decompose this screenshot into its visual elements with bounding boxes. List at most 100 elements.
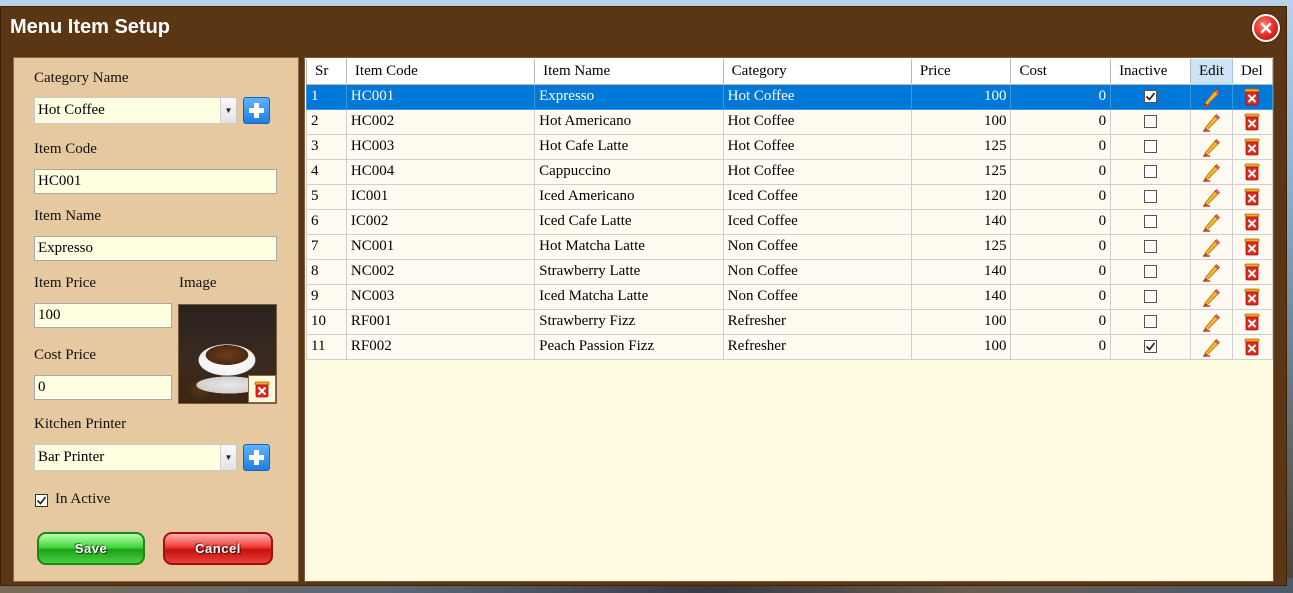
cell-edit[interactable] xyxy=(1189,258,1233,285)
cell-del[interactable] xyxy=(1231,308,1274,335)
column-header-edit[interactable]: Edit xyxy=(1189,59,1233,85)
cell-item-name[interactable]: Strawberry Fizz xyxy=(534,308,724,335)
cell-inactive[interactable] xyxy=(1110,233,1191,260)
delete-row-button[interactable] xyxy=(1242,338,1262,355)
delete-row-button[interactable] xyxy=(1242,313,1262,330)
cell-item-name[interactable]: Peach Passion Fizz xyxy=(534,333,724,360)
cell-cost[interactable]: 0 xyxy=(1010,183,1112,210)
edit-row-button[interactable] xyxy=(1201,288,1221,307)
table-row[interactable]: 1 HC001 Expresso Hot Coffee 100 0 xyxy=(306,83,1274,110)
edit-row-button[interactable] xyxy=(1201,338,1221,357)
inactive-row-checkbox[interactable] xyxy=(1144,265,1157,279)
cell-del[interactable] xyxy=(1231,283,1274,310)
cell-cost[interactable]: 0 xyxy=(1010,258,1112,285)
table-row[interactable]: 8 NC002 Strawberry Latte Non Coffee 140 0 xyxy=(306,258,1274,285)
cell-item-code[interactable]: HC001 xyxy=(345,83,536,110)
cell-del[interactable] xyxy=(1231,158,1274,185)
category-select[interactable]: Hot Coffee ▼ xyxy=(34,97,237,124)
cell-category[interactable]: Refresher xyxy=(722,308,912,335)
cell-edit[interactable] xyxy=(1189,308,1233,335)
inactive-row-checkbox[interactable] xyxy=(1144,115,1157,129)
cell-sr[interactable]: 5 xyxy=(306,183,347,210)
cell-del[interactable] xyxy=(1231,333,1274,360)
cell-category[interactable]: Hot Coffee xyxy=(722,83,912,110)
column-header-category[interactable]: Category xyxy=(722,59,912,85)
cell-item-name[interactable]: Cappuccino xyxy=(534,158,724,185)
cell-item-name[interactable]: Expresso xyxy=(534,83,724,110)
cell-item-name[interactable]: Strawberry Latte xyxy=(534,258,724,285)
table-row[interactable]: 9 NC003 Iced Matcha Latte Non Coffee 140 0 xyxy=(306,283,1274,310)
table-row[interactable]: 6 IC002 Iced Cafe Latte Iced Coffee 140 0 xyxy=(306,208,1274,235)
table-row[interactable]: 5 IC001 Iced Americano Iced Coffee 120 0 xyxy=(306,183,1274,210)
remove-image-button[interactable] xyxy=(248,375,276,403)
column-header-item-name[interactable]: Item Name xyxy=(534,59,724,85)
cell-sr[interactable]: 10 xyxy=(306,308,347,335)
cell-cost[interactable]: 0 xyxy=(1010,308,1112,335)
cell-category[interactable]: Non Coffee xyxy=(722,283,912,310)
cell-item-code[interactable]: NC001 xyxy=(345,233,536,260)
cell-edit[interactable] xyxy=(1189,83,1233,110)
delete-row-button[interactable] xyxy=(1242,88,1262,105)
kitchen-printer-select[interactable]: Bar Printer ▼ xyxy=(34,444,237,471)
cell-category[interactable]: Non Coffee xyxy=(722,233,912,260)
delete-row-button[interactable] xyxy=(1242,238,1262,255)
cell-item-code[interactable]: HC003 xyxy=(345,133,536,160)
cell-item-code[interactable]: NC003 xyxy=(345,283,536,310)
cell-item-name[interactable]: Hot Matcha Latte xyxy=(534,233,724,260)
edit-row-button[interactable] xyxy=(1201,113,1221,132)
cell-del[interactable] xyxy=(1231,108,1274,135)
cell-cost[interactable]: 0 xyxy=(1010,158,1112,185)
delete-row-button[interactable] xyxy=(1242,213,1262,230)
cell-item-code[interactable]: HC002 xyxy=(345,108,536,135)
cell-sr[interactable]: 3 xyxy=(306,133,347,160)
item-image[interactable] xyxy=(178,304,277,404)
cell-item-code[interactable]: RF001 xyxy=(345,308,536,335)
cell-inactive[interactable] xyxy=(1110,183,1191,210)
cell-price[interactable]: 140 xyxy=(910,283,1012,310)
table-row[interactable]: 2 HC002 Hot Americano Hot Coffee 100 0 xyxy=(306,108,1274,135)
cell-inactive[interactable] xyxy=(1110,308,1191,335)
cell-price[interactable]: 120 xyxy=(910,183,1012,210)
table-row[interactable]: 10 RF001 Strawberry Fizz Refresher 100 0 xyxy=(306,308,1274,335)
table-row[interactable]: 3 HC003 Hot Cafe Latte Hot Coffee 125 0 xyxy=(306,133,1274,160)
close-button[interactable] xyxy=(1252,14,1280,42)
cell-item-code[interactable]: IC001 xyxy=(345,183,536,210)
cell-item-code[interactable]: RF002 xyxy=(345,333,536,360)
cell-sr[interactable]: 2 xyxy=(306,108,347,135)
cost-price-input[interactable]: 0 xyxy=(34,375,172,400)
cell-inactive[interactable] xyxy=(1110,208,1191,235)
cell-del[interactable] xyxy=(1231,83,1274,110)
table-row[interactable]: 4 HC004 Cappuccino Hot Coffee 125 0 xyxy=(306,158,1274,185)
cell-del[interactable] xyxy=(1231,208,1274,235)
cell-price[interactable]: 100 xyxy=(910,108,1012,135)
save-button[interactable]: Save xyxy=(37,532,145,565)
cell-item-name[interactable]: Hot Cafe Latte xyxy=(534,133,724,160)
cell-price[interactable]: 125 xyxy=(910,158,1012,185)
inactive-row-checkbox[interactable] xyxy=(1144,90,1157,104)
cell-edit[interactable] xyxy=(1189,158,1233,185)
inactive-checkbox[interactable] xyxy=(35,494,48,507)
column-header-sr[interactable]: Sr xyxy=(306,59,347,85)
cell-price[interactable]: 100 xyxy=(910,83,1012,110)
cell-cost[interactable]: 0 xyxy=(1010,133,1112,160)
cell-cost[interactable]: 0 xyxy=(1010,283,1112,310)
cell-inactive[interactable] xyxy=(1110,258,1191,285)
cell-cost[interactable]: 0 xyxy=(1010,333,1112,360)
column-header-del[interactable]: Del xyxy=(1231,59,1274,85)
cell-edit[interactable] xyxy=(1189,183,1233,210)
cell-item-name[interactable]: Iced Cafe Latte xyxy=(534,208,724,235)
cell-price[interactable]: 100 xyxy=(910,333,1012,360)
cell-sr[interactable]: 9 xyxy=(306,283,347,310)
cell-edit[interactable] xyxy=(1189,108,1233,135)
cell-sr[interactable]: 4 xyxy=(306,158,347,185)
cell-del[interactable] xyxy=(1231,133,1274,160)
inactive-row-checkbox[interactable] xyxy=(1144,315,1157,329)
chevron-down-icon[interactable]: ▼ xyxy=(220,98,236,123)
cell-category[interactable]: Hot Coffee xyxy=(722,133,912,160)
delete-row-button[interactable] xyxy=(1242,113,1262,130)
cell-price[interactable]: 140 xyxy=(910,258,1012,285)
cell-cost[interactable]: 0 xyxy=(1010,208,1112,235)
edit-row-button[interactable] xyxy=(1201,163,1221,182)
item-price-input[interactable]: 100 xyxy=(34,303,172,328)
cell-price[interactable]: 140 xyxy=(910,208,1012,235)
